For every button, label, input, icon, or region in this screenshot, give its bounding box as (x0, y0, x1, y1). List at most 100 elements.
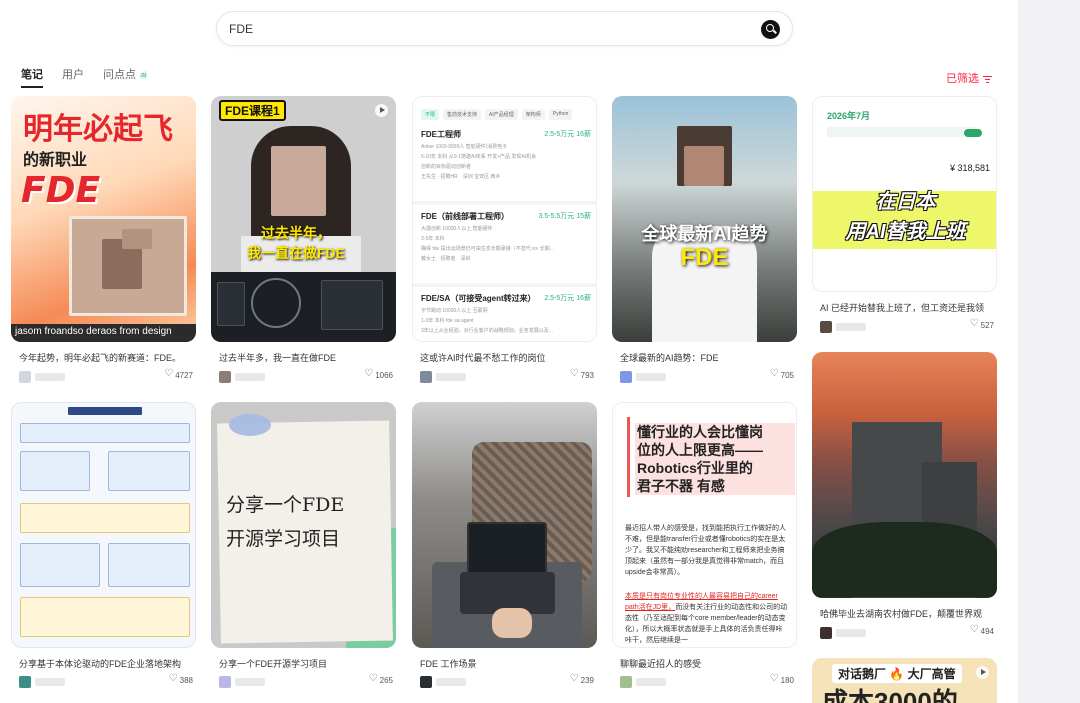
like-count[interactable]: 4727 (164, 368, 193, 380)
note-card[interactable]: 分享一个FDE 开源学习项目 分享一个FDE开源学习项目 265 (211, 402, 396, 694)
note-card[interactable]: 哈佛毕业去湖南农村做FDE，颠覆世界观 494 (812, 352, 997, 645)
note-meta: 265 (219, 673, 393, 688)
note-card[interactable]: 不限 售前技术支持 AI产品经理 架构师 Python FDE工程师 2.5-5… (412, 96, 597, 386)
cover-tag: FDE课程1 (219, 100, 286, 121)
note-title[interactable]: 过去半年多，我一直在做FDE (219, 351, 389, 364)
note-cover[interactable]: 分享一个FDE 开源学习项目 (211, 402, 396, 648)
laptop-icon (467, 522, 547, 574)
like-number: 1066 (375, 371, 393, 380)
author-name[interactable] (235, 373, 265, 381)
search-input[interactable] (229, 20, 729, 38)
note-title[interactable]: 今年起势，明年必起飞的新赛道：FDE。 (19, 351, 189, 364)
cover-big-text: FDE (21, 170, 101, 211)
job-contact-name: 王先生 · 招聘HR (421, 174, 458, 180)
note-title[interactable]: 分享一个FDE开源学习项目 (219, 657, 389, 670)
like-count[interactable]: 793 (570, 368, 594, 380)
avatar[interactable] (219, 676, 231, 688)
note-cover[interactable]: 不限 售前技术支持 AI产品经理 架构师 Python FDE工程师 2.5-5… (412, 96, 597, 342)
like-count[interactable]: 527 (970, 318, 994, 330)
note-title[interactable]: 分享基于本体论驱动的FDE企业落地架构 (19, 657, 189, 670)
cover-text: 开源学习项目 (226, 528, 341, 550)
note-cover[interactable]: 2026年7月 ¥ 318,581 在日本 用AI替我上班 (812, 96, 997, 292)
note-card[interactable]: 明年必起飞 的新职业 FDE jasom froandso deraos fro… (11, 96, 196, 386)
note-title[interactable]: 哈佛毕业去湖南农村做FDE，颠覆世界观 (820, 607, 990, 620)
note-title[interactable]: 这或许AI时代最不愁工作的岗位 (420, 351, 590, 364)
author-name[interactable] (436, 373, 466, 381)
filter-button[interactable]: 已筛选 (946, 70, 992, 86)
tab-users[interactable]: 用户 (62, 66, 84, 82)
chip: 售前技术支持 (443, 109, 482, 120)
avatar[interactable] (19, 371, 31, 383)
diagram-box (108, 451, 190, 491)
note-cover[interactable] (11, 402, 196, 648)
author-name[interactable] (836, 323, 866, 331)
note-cover[interactable]: FDE课程1 过去半年， 我一直在做FDE (211, 96, 396, 342)
avatar[interactable] (219, 371, 231, 383)
note-meta: 1066 (219, 368, 393, 383)
avatar[interactable] (820, 627, 832, 639)
avatar[interactable] (420, 676, 432, 688)
cover-amount: ¥ 318,581 (949, 163, 990, 173)
note-card[interactable]: 全球最新AI趋势 FDE 全球最新的AI趋势：FDE 705 (612, 96, 797, 386)
chip: 不限 (421, 109, 440, 120)
heart-icon (770, 673, 779, 684)
like-count[interactable]: 1066 (364, 368, 393, 380)
note-cover[interactable]: 明年必起飞 的新职业 FDE jasom froandso deraos fro… (11, 96, 196, 342)
note-card[interactable]: 懂行业的人会比懂岗 位的人上限更高—— Robotics行业里的 君子不器 有感… (612, 402, 797, 694)
job-item: FDE（前线部署工程师） 3.5-5.5万元 15薪 大疆创新 10000人以上… (421, 211, 591, 262)
job-company: 字节跳动 10000人以上 互联网 (421, 308, 488, 314)
avatar[interactable] (420, 371, 432, 383)
note-title[interactable]: 聊聊最近招人的感受 (620, 657, 790, 670)
author-name[interactable] (436, 678, 466, 686)
like-count[interactable]: 265 (369, 673, 393, 685)
cover-slide (211, 272, 396, 342)
author-name[interactable] (35, 373, 65, 381)
author-name[interactable] (35, 678, 65, 686)
note-cover[interactable] (812, 352, 997, 598)
note-cover[interactable] (412, 402, 597, 648)
diagram-header (68, 407, 142, 415)
note-card[interactable]: 对话鹅厂 🔥 大厂高管 成本3000的 (812, 658, 997, 703)
note-cover[interactable]: 懂行业的人会比懂岗 位的人上限更高—— Robotics行业里的 君子不器 有感… (612, 402, 797, 648)
note-meta: 705 (620, 368, 794, 383)
avatar[interactable] (19, 676, 31, 688)
tab-notes[interactable]: 笔记 (21, 66, 43, 88)
divider (413, 201, 596, 205)
blurred-face (271, 146, 326, 216)
note-cover[interactable]: 对话鹅厂 🔥 大厂高管 成本3000的 (812, 658, 997, 703)
cover-text: 分享一个FDE (226, 494, 345, 516)
search-icon[interactable] (761, 20, 780, 39)
job-company: Anker 1000-9999人 智能硬件/消费电子 (421, 144, 508, 150)
note-card[interactable]: 2026年7月 ¥ 318,581 在日本 用AI替我上班 AI 已经开始替我上… (812, 96, 997, 341)
note-cover[interactable]: 全球最新AI趋势 FDE (612, 96, 797, 342)
note-title[interactable]: AI 已经开始替我上班了，但工资还是我领 (820, 301, 990, 314)
like-count[interactable]: 705 (770, 368, 794, 380)
diagram-box (20, 423, 190, 443)
note-card[interactable]: 分享基于本体论驱动的FDE企业落地架构 388 (11, 402, 196, 694)
heart-icon (770, 368, 779, 379)
like-number: 180 (780, 676, 794, 685)
note-title[interactable]: 全球最新的AI趋势：FDE (620, 351, 790, 364)
note-card[interactable]: FDE 工作场景 239 (412, 402, 597, 694)
author-name[interactable] (636, 373, 666, 381)
like-count[interactable]: 388 (169, 673, 193, 685)
cover-big-text: 成本3000的 (822, 687, 958, 703)
diagram-box (217, 282, 245, 326)
author-name[interactable] (836, 629, 866, 637)
cover-tag: 对话鹅厂 🔥 大厂高管 (832, 664, 962, 683)
like-number: 239 (580, 676, 594, 685)
cover-tape (229, 414, 271, 436)
like-count[interactable]: 180 (770, 673, 794, 685)
note-title[interactable]: FDE 工作场景 (420, 657, 590, 670)
author-name[interactable] (636, 678, 666, 686)
avatar[interactable] (820, 321, 832, 333)
like-count[interactable]: 494 (970, 624, 994, 636)
search-bar[interactable] (216, 11, 793, 46)
avatar[interactable] (620, 371, 632, 383)
like-count[interactable]: 239 (570, 673, 594, 685)
avatar[interactable] (620, 676, 632, 688)
tab-ask[interactable]: 问点点 ai (103, 66, 149, 82)
note-card[interactable]: FDE课程1 过去半年， 我一直在做FDE 过去半年多，我一直在做FDE 106… (211, 96, 396, 386)
author-name[interactable] (235, 678, 265, 686)
job-desc: 3年以上从业经验，对行业客户的战略规划、业务发展以及... (421, 328, 553, 334)
